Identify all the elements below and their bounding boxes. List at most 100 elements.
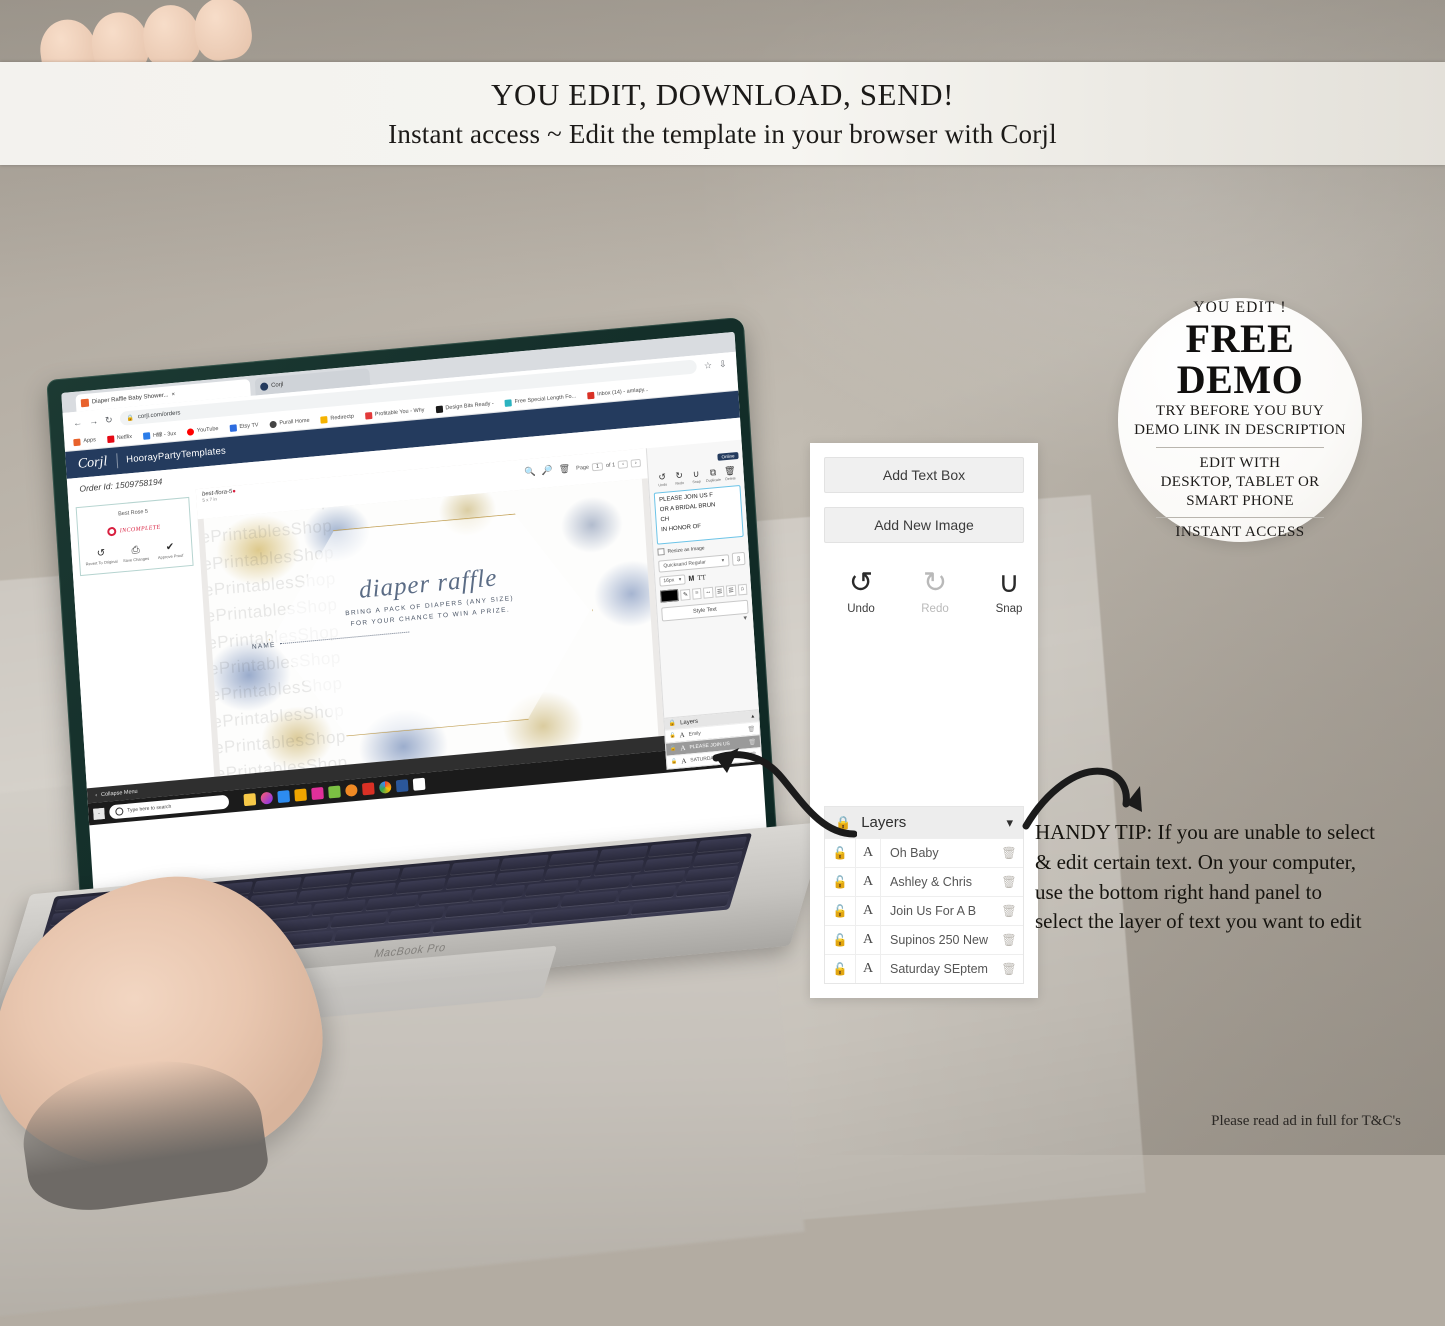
- trash-icon[interactable]: 🗑: [558, 463, 570, 475]
- bookmark-item[interactable]: H線 - 3ux: [142, 429, 176, 440]
- tab-close-icon[interactable]: ×: [171, 391, 175, 397]
- trash-icon[interactable]: 🗑: [995, 875, 1023, 890]
- taskbar-app-icon[interactable]: [361, 782, 375, 796]
- tab-title-2: Corjl: [270, 381, 284, 389]
- taskbar-app-icon[interactable]: [294, 788, 307, 802]
- add-text-box-button[interactable]: Add Text Box: [824, 457, 1024, 493]
- trash-icon[interactable]: 🗑: [995, 904, 1023, 919]
- chevron-down-icon[interactable]: ▾: [1006, 815, 1013, 831]
- text-layer-icon: A: [855, 897, 881, 925]
- lock-icon[interactable]: 🔓: [669, 733, 676, 740]
- unlock-icon[interactable]: 🔓: [825, 846, 855, 861]
- taskbar-app-icon[interactable]: [345, 783, 358, 797]
- taskbar-app-icon[interactable]: [243, 793, 257, 807]
- windows-start-icon[interactable]: [93, 807, 105, 820]
- layer-row[interactable]: 🔓 A Ashley & Chris 🗑: [825, 867, 1023, 896]
- color-swatch[interactable]: [660, 588, 680, 603]
- layer-name: Join Us For A B: [890, 904, 977, 918]
- magnet-snap-icon: ∪: [692, 468, 700, 480]
- font-size-select[interactable]: 16px ▾: [659, 574, 686, 587]
- unlock-icon[interactable]: 🔓: [825, 933, 855, 948]
- redo-label: Redo: [921, 603, 949, 615]
- zoom-in-icon[interactable]: 🔍: [524, 466, 536, 478]
- trash-icon[interactable]: 🗑: [747, 725, 755, 733]
- text-edit-textarea[interactable]: PLEASE JOIN US F OR A BRIDAL BRUN CH IN …: [653, 484, 744, 545]
- revert-action[interactable]: ↺ Revert To Original: [85, 548, 118, 567]
- delete-tool[interactable]: 🗑 Delete: [721, 465, 739, 482]
- font-upload-button[interactable]: ⇩: [731, 551, 746, 566]
- bookmark-item[interactable]: Redirectp: [320, 413, 354, 424]
- layer-row[interactable]: 🔓 A Saturday SEptem 🗑: [825, 954, 1023, 983]
- trash-icon[interactable]: 🗑: [995, 846, 1023, 861]
- trash-icon[interactable]: 🗑: [995, 933, 1023, 948]
- unlock-icon[interactable]: 🔓: [825, 875, 855, 890]
- align-center-icon[interactable]: ☰: [725, 584, 737, 597]
- design-card[interactable]: InvitePrintablesShop InvitePrintablesSho…: [203, 478, 659, 777]
- letter-spacing-icon[interactable]: ↔: [703, 586, 714, 599]
- undo-icon: ↺: [848, 567, 874, 599]
- text-case-icon[interactable]: TT: [697, 573, 706, 582]
- line-height-icon[interactable]: ≡: [691, 587, 702, 600]
- reload-icon[interactable]: ↻: [105, 414, 113, 426]
- redo-tool[interactable]: ↻ Redo: [670, 470, 688, 487]
- checkbox-icon[interactable]: [657, 548, 665, 556]
- bookmark-item[interactable]: Etsy TV: [229, 422, 259, 432]
- chevron-right-icon[interactable]: ›: [630, 458, 641, 468]
- taskbar-app-icon[interactable]: [395, 779, 409, 793]
- thumb-title: Best Rose 5: [118, 508, 149, 518]
- taskbar-app-icon[interactable]: [328, 785, 341, 799]
- curve-text-icon[interactable]: ⌂: [737, 583, 748, 596]
- snap-tool[interactable]: ∪ Snap: [687, 469, 705, 485]
- zoom-out-icon[interactable]: 🔎: [541, 465, 553, 477]
- bookmark-item[interactable]: Purall Home: [269, 417, 310, 428]
- font-family-select[interactable]: Quicksand Regular ▾: [658, 553, 730, 573]
- duplicate-tool[interactable]: ⧉ Duplicate: [704, 467, 722, 484]
- bookmark-item[interactable]: YouTube: [186, 425, 219, 436]
- bookmark-favicon-icon: [106, 434, 115, 443]
- redo-icon: ↻: [675, 470, 684, 481]
- taskbar-app-icon[interactable]: [277, 790, 291, 804]
- bookmark-label: Design Bits Ready -: [445, 400, 495, 412]
- chevron-up-icon[interactable]: ▴: [751, 713, 754, 720]
- text-layer-icon: A: [679, 730, 685, 740]
- bookmark-item[interactable]: Inbox (14) - amlapy...: [586, 386, 649, 399]
- bookmark-item[interactable]: Netflix: [106, 433, 133, 443]
- editor-canvas[interactable]: best-flora-5● 5 x 7 in 🔍 🔎 🗑 Page 1 of 1…: [195, 448, 665, 777]
- chevron-left-icon[interactable]: ‹: [617, 459, 629, 469]
- approve-action[interactable]: ✔ Approve Proof: [154, 541, 187, 560]
- star-bookmark-icon[interactable]: ☆: [704, 359, 713, 371]
- align-left-icon[interactable]: ☰: [714, 585, 725, 598]
- lock-icon[interactable]: 🔓: [671, 759, 678, 766]
- add-new-image-button[interactable]: Add New Image: [824, 507, 1024, 543]
- bold-icon[interactable]: 𝐌: [688, 574, 695, 584]
- forward-icon[interactable]: →: [89, 416, 99, 427]
- text-layer-icon: A: [855, 868, 881, 896]
- eyedropper-icon[interactable]: ✎: [680, 588, 691, 601]
- chrome-icon[interactable]: [378, 780, 392, 794]
- unlock-icon[interactable]: 🔓: [825, 962, 855, 977]
- mail-icon[interactable]: [412, 777, 426, 791]
- layer-row[interactable]: 🔓 A Supinos 250 New 🗑: [825, 925, 1023, 954]
- undo-tool[interactable]: ↺ Undo: [653, 472, 671, 488]
- redo-button[interactable]: ↻ Redo: [912, 569, 958, 616]
- back-icon[interactable]: ←: [73, 417, 83, 428]
- bookmark-item[interactable]: Profitable You - Why: [364, 407, 425, 420]
- layer-row[interactable]: 🔓 A Join Us For A B 🗑: [825, 896, 1023, 925]
- editor-right-rail: Online ↺ Undo ↻ Redo ∪ Snap ⧉ Duplicate 🗑 Del…: [645, 439, 761, 736]
- page-value[interactable]: 1: [591, 461, 604, 471]
- bookmark-item[interactable]: Free Special Length Fo...: [504, 393, 577, 407]
- snap-button[interactable]: ∪ Snap: [986, 569, 1032, 616]
- bookmark-item[interactable]: Apps: [73, 437, 96, 446]
- bookmark-favicon-icon: [364, 411, 373, 420]
- product-thumbnail-card[interactable]: Best Rose 5 INCOMPLETE ↺ Revert To Origi…: [75, 496, 194, 576]
- chevron-down-icon: ▾: [743, 613, 748, 623]
- trash-icon[interactable]: 🗑: [995, 962, 1023, 977]
- bookmark-item[interactable]: Design Bits Ready -: [435, 400, 495, 413]
- lock-icon[interactable]: 🔓: [670, 746, 677, 753]
- unlock-icon[interactable]: 🔓: [825, 904, 855, 919]
- taskbar-app-icon[interactable]: [311, 786, 324, 801]
- save-action[interactable]: ⎙ Save Changes: [119, 545, 152, 564]
- undo-button[interactable]: ↺ Undo: [838, 567, 884, 616]
- download-icon[interactable]: ⇩: [719, 358, 727, 370]
- taskbar-app-icon[interactable]: [260, 791, 274, 805]
